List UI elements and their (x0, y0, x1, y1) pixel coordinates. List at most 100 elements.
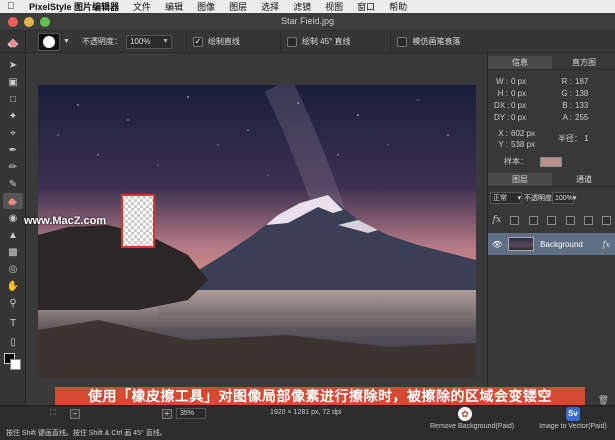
color-swatches[interactable] (4, 353, 22, 371)
chevron-down-icon[interactable]: ▼ (63, 38, 70, 45)
mimic-brush-checkbox[interactable] (397, 36, 408, 47)
layer-mask-icon[interactable] (510, 215, 520, 225)
zoom-in-button[interactable]: + (162, 409, 172, 419)
eyedropper-tool-icon[interactable]: ✒ (3, 142, 23, 158)
crop-tool-icon[interactable]: ⌖ (3, 125, 23, 141)
opacity-label: 不透明度： (81, 37, 122, 46)
layer-opacity-select[interactable]: 100% ▾ (552, 192, 577, 204)
tab-info[interactable]: 信息 (488, 56, 552, 69)
menu-view[interactable]: 视图 (318, 0, 350, 13)
hand-tool-icon[interactable]: ✋ (3, 278, 23, 294)
image-to-vector-button[interactable]: Sv Image to Vector(Paid) (534, 407, 612, 430)
chevron-down-icon: ▾ (572, 195, 577, 202)
opacity-select[interactable]: 100% ▼ (125, 34, 172, 49)
layer-thumbnail (508, 237, 535, 251)
text-tool-icon[interactable]: T (3, 315, 23, 331)
window-titlebar: Star Field.jpg (0, 13, 615, 31)
apple-menu-icon[interactable]:  (0, 1, 22, 12)
background-color-swatch[interactable] (10, 359, 21, 370)
zoom-field[interactable]: 35% (176, 408, 206, 419)
info-r-row: R :187 (558, 77, 589, 86)
draw-line-checkbox[interactable]: ✓ (192, 36, 203, 47)
y-value: 538 px (511, 140, 536, 149)
remove-background-icon: ✿ (458, 407, 472, 421)
tab-layers[interactable]: 图层 (488, 173, 552, 186)
info-h-row: H :0 px (494, 89, 539, 98)
vertical-ruler (26, 53, 38, 405)
tutorial-caption: 使用「橡皮擦工具」对图像局部像素进行擦除时，被擦除的区域会变镂空 (55, 387, 585, 405)
menu-file[interactable]: 文件 (126, 0, 158, 13)
move-tool-icon[interactable]: ➤ (3, 57, 23, 73)
blend-mode-value: 正常 (493, 195, 507, 202)
vector-app-icon: Sv (566, 407, 580, 421)
shape-tool-icon[interactable]: ▯ (3, 334, 23, 350)
zoom-tool-icon[interactable]: ⚲ (3, 295, 23, 311)
menu-edit[interactable]: 编辑 (158, 0, 190, 13)
layer-style-icon[interactable] (528, 215, 538, 225)
image-dimensions: 1920 × 1281 px, 72 dpi (270, 409, 342, 416)
menu-filter[interactable]: 滤镜 (286, 0, 318, 13)
document-image[interactable] (38, 85, 476, 378)
layer-lock-icon[interactable] (565, 215, 575, 225)
radius-label: 半径： (558, 134, 582, 143)
watermark-text: www.MacZ.com (24, 215, 107, 227)
r-label: R : (561, 77, 572, 86)
menu-image[interactable]: 图像 (190, 0, 222, 13)
draw-45-option[interactable]: 绘制 45° 直线 (279, 30, 350, 53)
info-tabs: 信息 直方图 (488, 56, 615, 70)
menu-help[interactable]: 帮助 (382, 0, 414, 13)
menu-select[interactable]: 选择 (254, 0, 286, 13)
transform-tool-icon[interactable]: ▣ (3, 74, 23, 90)
visibility-eye-icon[interactable]: 👁 (492, 240, 502, 249)
stamp-tool-icon[interactable]: ▲ (3, 227, 23, 243)
tool-options-bar: ▼ 不透明度： 100% ▼ ✓ 绘制直线 绘制 45° 直线 模仿画笔衰落 (0, 30, 615, 53)
draw-line-option[interactable]: ✓ 绘制直线 (185, 30, 240, 53)
mimic-brush-option[interactable]: 模仿画笔衰落 (390, 30, 461, 53)
eye-tool-icon[interactable]: ◎ (3, 261, 23, 277)
menu-window[interactable]: 窗口 (350, 0, 382, 13)
menu-app-name[interactable]: PixelStyle 图片编辑器 (22, 0, 126, 13)
zoom-out-button[interactable]: − (70, 409, 80, 419)
info-x-row: X :602 px (494, 129, 535, 138)
fill-tool-icon[interactable]: ▩ (3, 244, 23, 260)
sample-color-swatch (540, 156, 563, 167)
remove-background-button[interactable]: ✿ Remove Background(Paid) (430, 407, 514, 430)
layer-group-icon[interactable] (583, 215, 593, 225)
redeye-tool-icon[interactable]: ◉ (3, 210, 23, 226)
layer-tabs: 图层 通道 (488, 173, 615, 187)
fx-icon[interactable]: fx (493, 215, 501, 225)
brush-tip-preview (43, 35, 55, 48)
radius-row: 半径： 1 (558, 133, 589, 144)
pencil-tool-icon[interactable]: ✎ (3, 176, 23, 192)
chevron-down-icon: ▼ (162, 38, 169, 45)
brush-tool-icon[interactable]: ✏ (3, 159, 23, 175)
layer-new-icon[interactable] (602, 215, 612, 225)
layer-link-icon[interactable] (547, 215, 557, 225)
fit-screen-icon[interactable]: ⛶ (50, 408, 56, 418)
right-panel: 信息 直方图 W :0 px H :0 px DX :0 px DY :0 px… (487, 53, 615, 405)
brush-preset-picker[interactable] (38, 32, 60, 51)
tab-histogram[interactable]: 直方图 (552, 56, 615, 69)
tab-channels[interactable]: 通道 (552, 173, 615, 186)
info-g-row: G :138 (558, 89, 588, 98)
h-label: H : (497, 89, 508, 98)
mimic-brush-label: 模仿画笔衰落 (412, 37, 461, 46)
draw-line-label: 绘制直线 (207, 37, 240, 46)
info-dx-row: DX :0 px (494, 101, 539, 110)
draw-45-checkbox[interactable] (286, 36, 297, 47)
info-a-row: A :255 (558, 113, 589, 122)
magic-wand-tool-icon[interactable]: ✦ (3, 108, 23, 124)
layer-opacity-value: 100% (555, 194, 573, 202)
opacity-value: 100% (129, 37, 151, 46)
layer-fx-icon[interactable]: fx (603, 240, 610, 249)
eraser-tool-icon[interactable] (0, 30, 26, 53)
layer-controls: 正常 ▾ 不透明度 100% ▾ (488, 191, 615, 205)
menu-layer[interactable]: 图层 (222, 0, 254, 13)
radius-value[interactable]: 1 (584, 134, 588, 143)
layer-row-background[interactable]: 👁 Background fx (488, 233, 615, 255)
y-label: Y : (498, 140, 508, 149)
eraser-tool-button[interactable] (3, 193, 23, 209)
blend-mode-select[interactable]: 正常 ▾ (490, 192, 522, 204)
info-y-row: Y :538 px (494, 140, 535, 149)
marquee-tool-icon[interactable]: □ (3, 91, 23, 107)
